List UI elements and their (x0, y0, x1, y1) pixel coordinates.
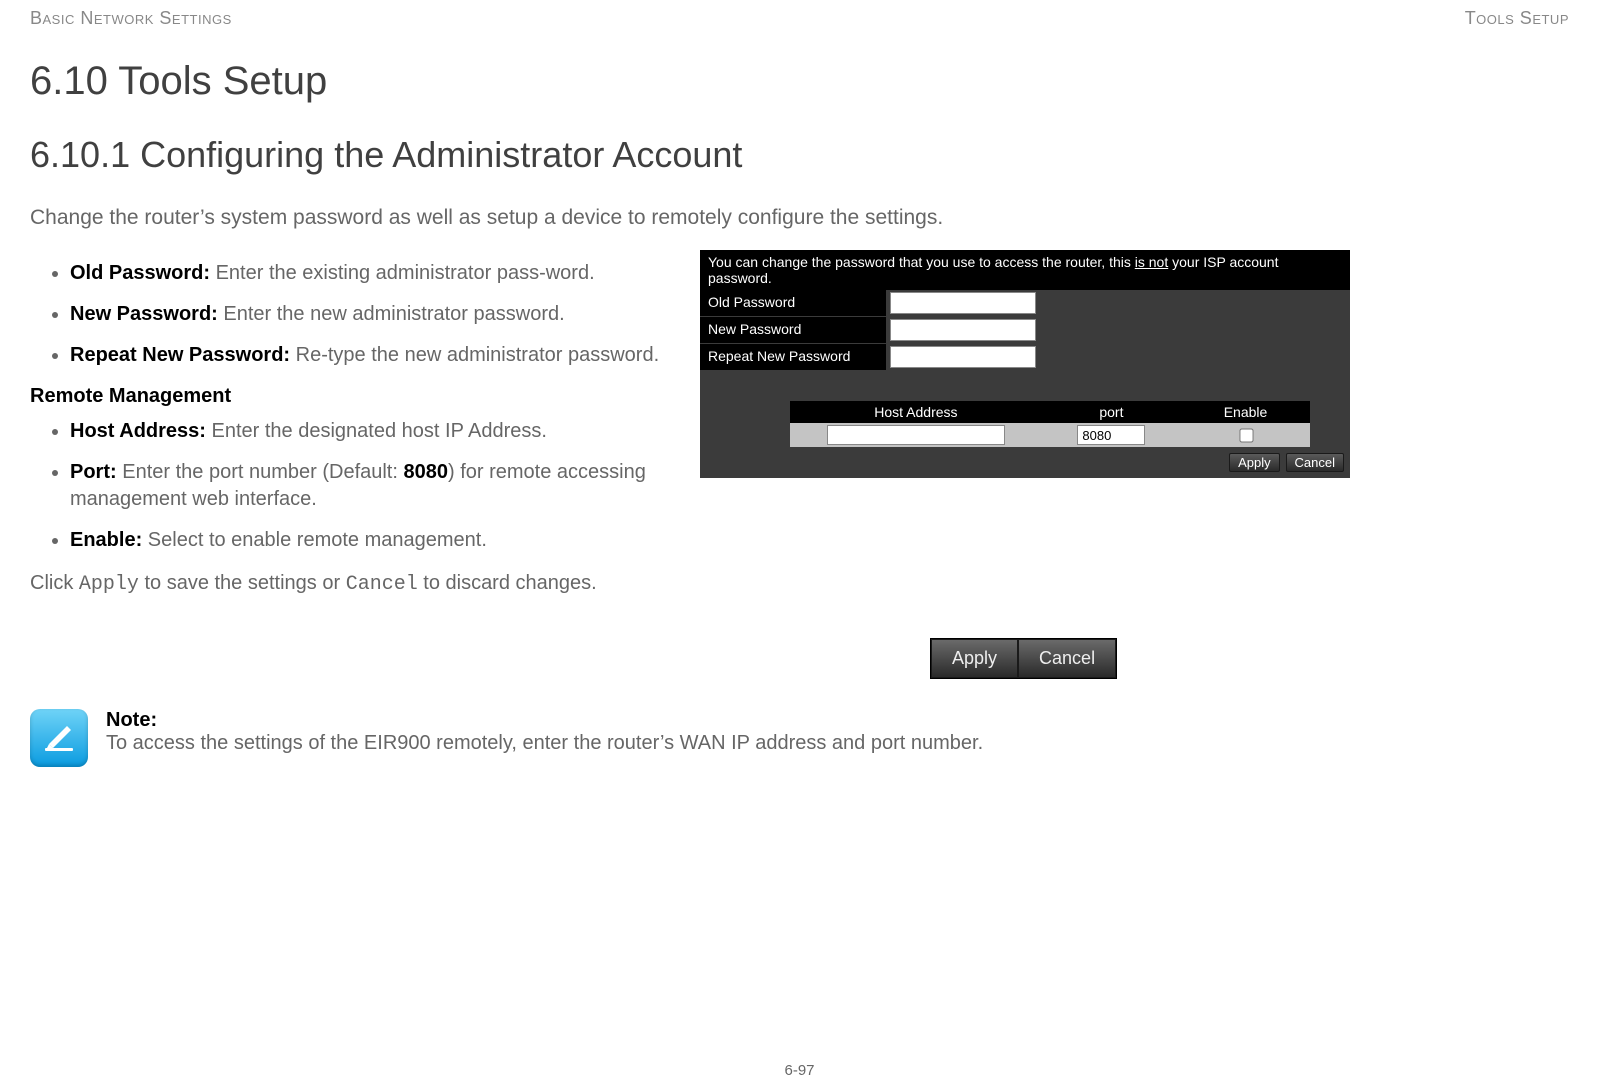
term-enable: Enable: (70, 529, 142, 551)
th-enable: Enable (1181, 401, 1310, 423)
text-fragment: to save the settings or (139, 572, 346, 594)
figures-column: You can change the password that you use… (700, 250, 1569, 679)
th-port: port (1042, 401, 1181, 423)
list-item: Port: Enter the port number (Default: 80… (70, 459, 670, 513)
code-cancel: Cancel (346, 573, 418, 596)
table-row (790, 423, 1310, 447)
router-actions: Apply Cancel (700, 447, 1350, 478)
apply-cancel-figure: Apply Cancel (930, 638, 1117, 679)
subsection-title: 6.10.1 Configuring the Administrator Acc… (30, 134, 1569, 176)
router-password-panel: You can change the password that you use… (700, 250, 1350, 478)
router-hint: You can change the password that you use… (700, 250, 1350, 290)
old-password-row: Old Password (700, 290, 1350, 317)
remote-management-table: Host Address port Enable (790, 401, 1310, 447)
repeat-password-row: Repeat New Password (700, 344, 1350, 371)
cancel-button-large[interactable]: Cancel (1018, 639, 1116, 678)
list-item: New Password: Enter the new administrato… (70, 301, 670, 328)
term-old-password: Old Password: (70, 262, 210, 284)
term-host-address: Host Address: (70, 420, 206, 442)
apply-cancel-instruction: Click Apply to save the settings or Canc… (30, 570, 670, 598)
text-fragment: Click (30, 572, 79, 594)
new-password-row: New Password (700, 317, 1350, 344)
pencil-note-icon (30, 709, 88, 767)
old-password-label: Old Password (700, 290, 886, 316)
host-address-input[interactable] (827, 425, 1005, 445)
remote-management-heading: Remote Management (30, 385, 670, 408)
desc-host-address: Enter the designated host IP Address. (206, 420, 547, 442)
list-item: Repeat New Password: Re-type the new adm… (70, 342, 670, 369)
term-new-password: New Password: (70, 303, 218, 325)
enable-checkbox[interactable] (1239, 428, 1253, 442)
note-text: Note: To access the settings of the EIR9… (106, 709, 983, 755)
text-fragment: You can change the password that you use… (708, 254, 1135, 270)
th-host: Host Address (790, 401, 1042, 423)
new-password-input[interactable] (890, 319, 1036, 341)
old-password-input[interactable] (890, 292, 1036, 314)
term-port: Port: (70, 461, 117, 483)
term-repeat-password: Repeat New Password: (70, 344, 290, 366)
note-block: Note: To access the settings of the EIR9… (30, 709, 1569, 767)
intro-paragraph: Change the router’s system password as w… (30, 206, 1569, 230)
repeat-password-label: Repeat New Password (700, 344, 886, 370)
desc-old-password: Enter the existing administrator pass-wo… (210, 262, 595, 284)
page-number: 6-97 (0, 1062, 1599, 1079)
text-underline: is not (1135, 254, 1168, 270)
list-item: Enable: Select to enable remote manageme… (70, 527, 670, 554)
list-item: Old Password: Enter the existing adminis… (70, 260, 670, 287)
desc-new-password: Enter the new administrator password. (218, 303, 565, 325)
header-left: Basic Network Settings (30, 8, 232, 29)
code-apply: Apply (79, 573, 139, 596)
new-password-label: New Password (700, 317, 886, 343)
cancel-button[interactable]: Cancel (1286, 453, 1344, 472)
apply-button-large[interactable]: Apply (931, 639, 1018, 678)
desc-repeat-password: Re-type the new administrator password. (290, 344, 659, 366)
page-header: Basic Network Settings Tools Setup (30, 0, 1569, 29)
repeat-password-input[interactable] (890, 346, 1036, 368)
header-right: Tools Setup (1465, 8, 1569, 29)
note-label: Note: (106, 709, 983, 732)
description-column: Old Password: Enter the existing adminis… (30, 250, 670, 679)
list-item: Host Address: Enter the designated host … (70, 418, 670, 445)
desc-port-bold: 8080 (403, 461, 448, 483)
apply-button[interactable]: Apply (1229, 453, 1280, 472)
section-title: 6.10 Tools Setup (30, 59, 1569, 104)
desc-enable: Select to enable remote management. (142, 529, 487, 551)
port-input[interactable] (1077, 425, 1145, 445)
note-body: To access the settings of the EIR900 rem… (106, 732, 983, 754)
text-fragment: to discard changes. (418, 572, 597, 594)
desc-port-pre: Enter the port number (Default: (117, 461, 404, 483)
